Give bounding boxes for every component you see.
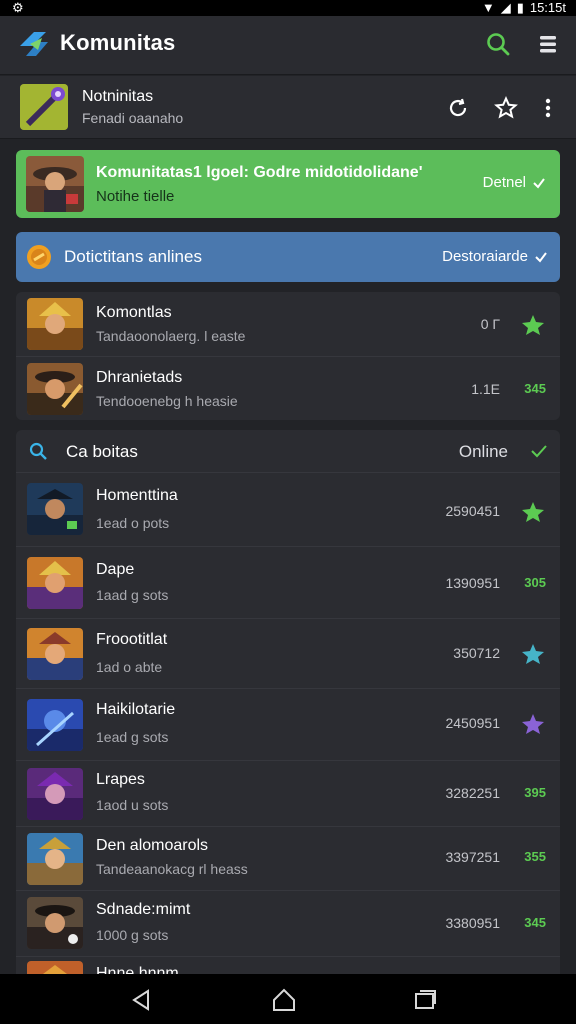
profile-name: Notninitas xyxy=(82,88,154,105)
status-bar: ⚙ ▼ ◢ ▮ 15:15t xyxy=(0,0,576,16)
star-icon[interactable] xyxy=(494,96,518,120)
online-banner-action-label: Destoraiarde xyxy=(442,248,528,265)
member-value: 3380951 xyxy=(445,915,500,931)
check-icon xyxy=(531,445,547,458)
member-badge: 345 xyxy=(524,381,546,396)
member-subtitle: 1ead o pots xyxy=(96,515,170,531)
member-badge: 395 xyxy=(524,785,546,800)
member-avatar xyxy=(27,483,83,535)
signal-icon: ◢ xyxy=(500,0,511,15)
app-bar: Komunitas xyxy=(0,16,576,75)
banner-subtitle: Notihe tielle xyxy=(96,188,175,205)
list-item[interactable]: Froootitlat 1ad o abte 350712 xyxy=(16,618,560,689)
favorite-star-icon[interactable] xyxy=(520,713,546,735)
member-value: 2450951 xyxy=(445,715,500,731)
online-section-header: Ca boitas Online xyxy=(16,430,560,472)
member-name: Lrapes xyxy=(96,771,145,788)
member-value: 350712 xyxy=(453,645,500,661)
online-status-label: Online xyxy=(458,442,508,461)
member-name: Sdnade:mimt xyxy=(96,901,191,918)
member-value: 1390951 xyxy=(445,575,500,591)
list-item[interactable]: Dhranietads Tendooenebg h heasie 1.1Е 34… xyxy=(16,356,560,420)
status-time: 15:15t xyxy=(529,0,566,15)
member-value: 1.1Е xyxy=(471,381,500,397)
profile-header[interactable]: Notninitas Fenadi oaanaho xyxy=(0,76,576,139)
member-subtitle: Tandaoonolaerg. l easte xyxy=(96,328,246,344)
member-subtitle: 1000 g sots xyxy=(96,927,169,943)
battery-icon: ▮ xyxy=(516,0,524,15)
refresh-icon[interactable] xyxy=(446,96,470,120)
member-subtitle: 1ad o abte xyxy=(96,659,163,675)
status-indicators: ▼ ◢ ▮ 15:15t xyxy=(482,0,566,16)
member-subtitle: Tendooenebg h heasie xyxy=(96,393,238,409)
featured-banner[interactable]: Komunitatas1 lgoel: Godre midotidolidane… xyxy=(16,150,560,218)
list-item[interactable]: Sdnade:mimt 1000 g sots 3380951 345 xyxy=(16,890,560,957)
debug-icon: ⚙ xyxy=(12,0,24,15)
member-value: 2590451 xyxy=(445,503,500,519)
member-avatar xyxy=(27,628,83,680)
banner-detail-button[interactable]: Detnel xyxy=(483,174,546,191)
app-logo-icon xyxy=(20,32,48,56)
online-banner-title: Dotictitans anlines xyxy=(64,247,202,266)
member-subtitle: 1ead g sots xyxy=(96,729,169,745)
online-members-card: Ca boitas Online Homenttina 1ead o pots … xyxy=(16,430,560,980)
member-avatar xyxy=(27,363,83,415)
member-name: Homenttina xyxy=(96,487,178,504)
online-section-title: Ca boitas xyxy=(66,442,138,461)
list-item[interactable]: Haikilotarie 1ead g sots 2450951 xyxy=(16,688,560,761)
member-value: 3397251 xyxy=(445,849,500,865)
favorite-star-icon[interactable] xyxy=(520,501,546,523)
recents-icon[interactable] xyxy=(412,987,438,1013)
home-icon[interactable] xyxy=(271,987,297,1013)
check-icon xyxy=(535,251,547,263)
member-name: Dhranietads xyxy=(96,369,183,386)
list-item[interactable]: Komontlas Tandaoonolaerg. l easte 0 Г xyxy=(16,292,560,356)
member-badge: 305 xyxy=(524,575,546,590)
search-icon[interactable] xyxy=(484,30,512,58)
profile-avatar xyxy=(20,84,68,130)
favorite-star-icon[interactable] xyxy=(520,643,546,665)
member-name: Froootitlat xyxy=(96,631,168,648)
top-members-card: Komontlas Tandaoonolaerg. l easte 0 Г Dh… xyxy=(16,292,560,420)
list-item[interactable]: Lrapes 1aod u sots 3282251 395 xyxy=(16,760,560,827)
member-name: Den alomoarols xyxy=(96,837,209,854)
member-avatar xyxy=(27,699,83,751)
member-badge: 345 xyxy=(524,915,546,930)
more-options-icon[interactable] xyxy=(536,96,560,120)
back-icon[interactable] xyxy=(128,987,154,1013)
coin-icon xyxy=(27,245,51,269)
check-icon xyxy=(533,177,545,189)
banner-title: Komunitatas1 lgoel: Godre midotidolidane… xyxy=(96,164,423,181)
member-avatar xyxy=(27,557,83,609)
system-navigation-bar xyxy=(0,974,576,1024)
banner-thumbnail xyxy=(26,156,84,212)
member-subtitle: 1aod u sots xyxy=(96,797,169,813)
member-avatar xyxy=(27,833,83,885)
member-subtitle: Tandeaanokacg rl heass xyxy=(96,861,248,877)
member-name: Komontlas xyxy=(96,304,172,321)
member-value: 0 Г xyxy=(480,316,500,332)
banner-action-label: Detnel xyxy=(482,174,526,191)
list-item[interactable]: Den alomoarols Tandeaanokacg rl heass 33… xyxy=(16,826,560,891)
member-avatar xyxy=(27,897,83,949)
online-banner[interactable]: Dotictitans anlines Destoraiarde xyxy=(16,232,560,282)
member-subtitle: 1aad g sots xyxy=(96,587,169,603)
member-name: Haikilotarie xyxy=(96,701,176,718)
member-value: 3282251 xyxy=(445,785,500,801)
member-badge: 355 xyxy=(524,849,546,864)
list-item[interactable]: Dape 1aad g sots 1390951 305 xyxy=(16,546,560,619)
list-item[interactable]: Homenttina 1ead o pots 2590451 xyxy=(16,472,560,547)
app-title: Komunitas xyxy=(60,30,176,55)
wifi-icon: ▼ xyxy=(481,0,495,15)
profile-subtitle: Fenadi oaanaho xyxy=(82,110,184,126)
menu-icon[interactable] xyxy=(534,30,562,58)
favorite-star-icon[interactable] xyxy=(520,314,546,336)
member-avatar xyxy=(27,768,83,820)
member-name: Dape xyxy=(96,561,135,578)
member-avatar xyxy=(27,298,83,350)
online-banner-action[interactable]: Destoraiarde xyxy=(442,248,548,265)
search-icon[interactable] xyxy=(28,441,48,461)
